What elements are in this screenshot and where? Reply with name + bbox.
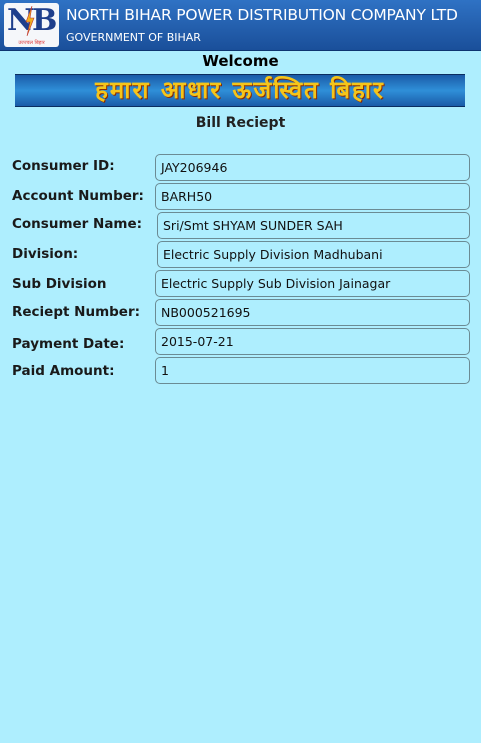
- receipt-number-field[interactable]: NB000521695: [155, 299, 470, 326]
- payment-date-label: Payment Date:: [12, 336, 125, 352]
- slogan-text: हमारा आधार ऊर्जस्वित बिहार: [95, 76, 385, 104]
- payment-date-field[interactable]: 2015-07-21: [155, 328, 470, 355]
- sub-division-label: Sub Division: [12, 276, 107, 292]
- receipt-number-label: Reciept Number:: [12, 304, 141, 320]
- welcome-heading: Welcome: [202, 52, 279, 70]
- sub-division-field[interactable]: Electric Supply Sub Division Jainagar: [155, 270, 470, 297]
- receipt-title: Bill Reciept: [195, 115, 286, 131]
- slogan-banner: हमारा आधार ऊर्जस्वित बिहार: [15, 74, 465, 107]
- account-number-field[interactable]: BARH50: [155, 183, 470, 210]
- consumer-id-label: Consumer ID:: [12, 158, 115, 174]
- division-label: Division:: [12, 246, 79, 262]
- consumer-id-field[interactable]: JAY206946: [155, 154, 470, 181]
- consumer-name-label: Consumer Name:: [12, 216, 143, 232]
- logo-tagline: उज्ज्वल बिहार: [18, 40, 45, 46]
- logo-letter-b: B: [32, 3, 58, 38]
- paid-amount-field[interactable]: 1: [155, 357, 470, 384]
- app-header: N B उज्ज्वल बिहार NORTH BIHAR POWER DIST…: [0, 0, 481, 51]
- company-name: NORTH BIHAR POWER DISTRIBUTION COMPANY L…: [66, 6, 458, 24]
- nbpdcl-logo: N B उज्ज्वल बिहार: [4, 3, 59, 47]
- government-label: GOVERNMENT OF BIHAR: [66, 31, 201, 44]
- consumer-name-field[interactable]: Sri/Smt SHYAM SUNDER SAH: [157, 212, 470, 239]
- division-field[interactable]: Electric Supply Division Madhubani: [157, 241, 470, 268]
- account-number-label: Account Number:: [12, 188, 144, 204]
- paid-amount-label: Paid Amount:: [12, 363, 115, 379]
